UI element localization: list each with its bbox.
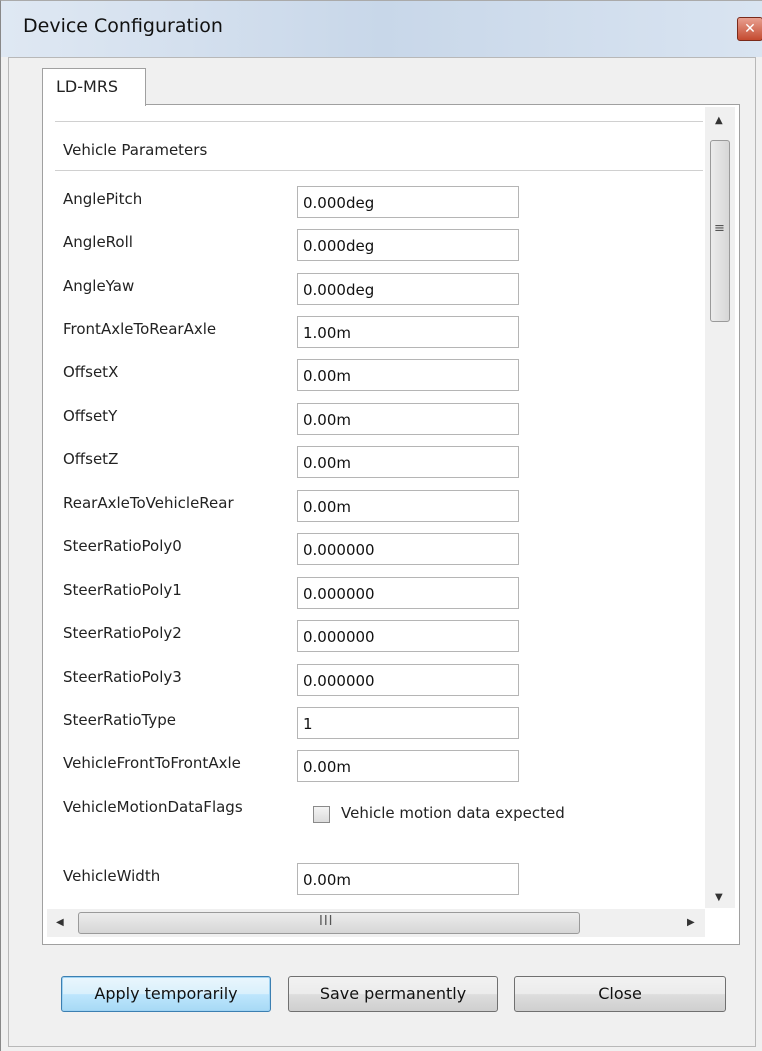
param-row-offsetx: OffsetX 0.00m	[47, 359, 705, 399]
title-bar: Device Configuration ✕	[1, 1, 762, 57]
param-label: SteerRatioPoly1	[63, 581, 182, 599]
param-row-steerratiopoly3: SteerRatioPoly3 0.000000	[47, 664, 705, 704]
param-label: OffsetX	[63, 363, 119, 381]
group-divider-top	[55, 121, 703, 122]
scroll-left-arrow-icon[interactable]: ◀	[56, 917, 64, 928]
scroll-down-arrow-icon[interactable]: ▼	[715, 892, 723, 903]
rearaxletovehiclerear-field[interactable]: 0.00m	[297, 490, 519, 522]
group-divider-bottom	[55, 170, 703, 171]
param-label: VehicleMotionDataFlags	[63, 798, 243, 816]
param-row-vehiclewidth: VehicleWidth 0.00m	[47, 863, 705, 903]
horizontal-scrollbar[interactable]: ◀ III ▶	[47, 909, 705, 937]
offsetx-field[interactable]: 0.00m	[297, 359, 519, 391]
param-row-angleroll: AngleRoll 0.000deg	[47, 229, 705, 269]
window-title: Device Configuration	[23, 15, 223, 37]
param-row-frontaxletorearaxle: FrontAxleToRearAxle 1.00m	[47, 316, 705, 356]
offsetz-field[interactable]: 0.00m	[297, 446, 519, 478]
offsety-field[interactable]: 0.00m	[297, 403, 519, 435]
vehiclewidth-field[interactable]: 0.00m	[297, 863, 519, 895]
param-label: FrontAxleToRearAxle	[63, 320, 217, 338]
param-label: SteerRatioPoly3	[63, 668, 182, 686]
param-row-vehiclefronttofrontaxle: VehicleFrontToFrontAxle 0.00m	[47, 750, 705, 790]
vehicle-motion-checkbox[interactable]	[313, 806, 330, 823]
vertical-scroll-thumb[interactable]: ≡	[710, 140, 730, 322]
param-label: OffsetZ	[63, 450, 119, 468]
param-label: AnglePitch	[63, 190, 143, 208]
param-label: AngleRoll	[63, 233, 133, 251]
param-row-steerratiopoly1: SteerRatioPoly1 0.000000	[47, 577, 705, 617]
steerratiopoly1-field[interactable]: 0.000000	[297, 577, 519, 609]
angleyaw-field[interactable]: 0.000deg	[297, 273, 519, 305]
vehiclefronttofrontaxle-field[interactable]: 0.00m	[297, 750, 519, 782]
param-label: SteerRatioPoly2	[63, 624, 182, 642]
close-button[interactable]: Close	[514, 976, 726, 1012]
param-row-steerratiotype: SteerRatioType 1	[47, 707, 705, 747]
frontaxletorearaxle-field[interactable]: 1.00m	[297, 316, 519, 348]
vertical-scrollbar[interactable]: ▲ ≡ ▼	[705, 107, 735, 908]
param-label: AngleYaw	[63, 277, 135, 295]
anglepitch-field[interactable]: 0.000deg	[297, 186, 519, 218]
param-label: OffsetY	[63, 407, 118, 425]
vehicle-motion-checkbox-label[interactable]: Vehicle motion data expected	[341, 804, 565, 822]
steerratiopoly3-field[interactable]: 0.000000	[297, 664, 519, 696]
grip-icon: III	[319, 914, 334, 929]
steerratiopoly2-field[interactable]: 0.000000	[297, 620, 519, 652]
param-row-vehiclemotiondataflags: VehicleMotionDataFlags Vehicle motion da…	[47, 794, 705, 854]
tab-ld-mrs[interactable]: LD-MRS	[42, 68, 146, 106]
tab-label: LD-MRS	[56, 77, 119, 96]
param-row-steerratiopoly0: SteerRatioPoly0 0.000000	[47, 533, 705, 573]
grip-icon: ≡	[714, 221, 725, 236]
scroll-right-arrow-icon[interactable]: ▶	[687, 917, 695, 928]
param-row-angleyaw: AngleYaw 0.000deg	[47, 273, 705, 313]
parameters-scroll-area[interactable]: Vehicle Parameters AnglePitch 0.000deg A…	[47, 107, 705, 908]
steerratiotype-field[interactable]: 1	[297, 707, 519, 739]
save-permanently-button[interactable]: Save permanently	[288, 976, 498, 1012]
param-label: VehicleFrontToFrontAxle	[63, 754, 241, 772]
section-title: Vehicle Parameters	[63, 141, 208, 159]
window-close-button[interactable]: ✕	[737, 17, 762, 41]
close-icon: ✕	[744, 21, 756, 37]
device-configuration-dialog: Device Configuration ✕ LD-MRS Vehicle Pa…	[0, 0, 762, 1051]
horizontal-scroll-thumb[interactable]: III	[78, 912, 580, 934]
param-row-rearaxletovehiclerear: RearAxleToVehicleRear 0.00m	[47, 490, 705, 530]
param-label: RearAxleToVehicleRear	[63, 494, 234, 512]
param-label: SteerRatioPoly0	[63, 537, 182, 555]
param-row-offsety: OffsetY 0.00m	[47, 403, 705, 443]
param-row-anglepitch: AnglePitch 0.000deg	[47, 186, 705, 226]
param-label: VehicleWidth	[63, 867, 161, 885]
param-row-steerratiopoly2: SteerRatioPoly2 0.000000	[47, 620, 705, 660]
param-row-offsetz: OffsetZ 0.00m	[47, 446, 705, 486]
scroll-up-arrow-icon[interactable]: ▲	[715, 115, 723, 126]
angleroll-field[interactable]: 0.000deg	[297, 229, 519, 261]
steerratiopoly0-field[interactable]: 0.000000	[297, 533, 519, 565]
apply-temporarily-button[interactable]: Apply temporarily	[61, 976, 271, 1012]
param-label: SteerRatioType	[63, 711, 176, 729]
